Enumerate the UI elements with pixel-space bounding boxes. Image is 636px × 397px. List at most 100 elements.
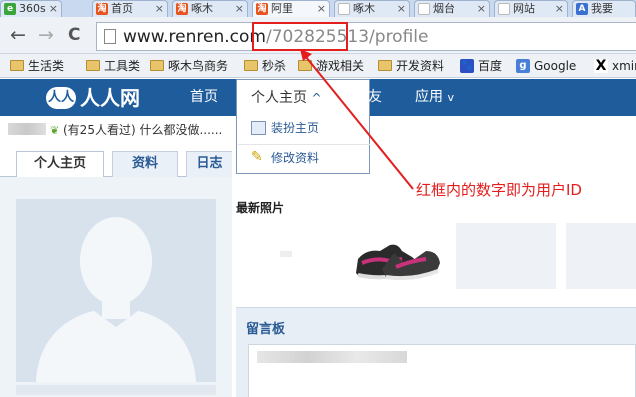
- tab-label: 烟台: [433, 2, 455, 15]
- shoes-image: [356, 244, 440, 281]
- close-icon[interactable]: ×: [235, 1, 244, 16]
- taobao-icon: 淘: [256, 3, 268, 15]
- chevron-up-icon: ^: [311, 91, 322, 105]
- bookmark-folder[interactable]: 游戏相关: [298, 58, 364, 74]
- guestbook-title: 留言板: [246, 322, 286, 337]
- tab-label: 网站: [513, 2, 535, 15]
- close-icon[interactable]: ×: [155, 1, 164, 16]
- address-bar[interactable]: www.renren.com/702825513/profile: [96, 22, 636, 51]
- browser-tab[interactable]: 淘首页 ×: [92, 0, 168, 17]
- right-column: 最新照片 留言板: [236, 177, 636, 397]
- nav-friends[interactable]: 好友: [354, 88, 382, 106]
- nav-profile-label: 个人主页: [251, 90, 307, 106]
- menu-item-decorate[interactable]: 装扮主页: [251, 120, 319, 136]
- status-line: ❦ (有25人看过) 什么都没做......: [8, 121, 222, 139]
- bookmark-label: Google: [534, 59, 577, 73]
- reload-icon[interactable]: C: [68, 25, 80, 45]
- highlight-box: [252, 22, 348, 51]
- photo-thumb[interactable]: [566, 223, 636, 289]
- menu-item-edit-profile[interactable]: ✎ 修改资料: [251, 150, 319, 166]
- translate-icon: A: [576, 3, 588, 15]
- tab-label: 360s: [19, 2, 46, 15]
- bookmark-label: 啄木鸟商务: [168, 59, 229, 73]
- taobao-icon: 淘: [176, 3, 188, 15]
- bookmark-label: 秒杀: [262, 59, 287, 73]
- profile-tabs: 个人主页 资料 日志: [0, 145, 232, 178]
- photo-thumb-shoes[interactable]: [346, 223, 446, 289]
- tab-label: 首页: [111, 2, 133, 15]
- chevron-down-icon: v: [447, 91, 454, 104]
- bookmark-label: xmind: [612, 59, 636, 73]
- browser-tab-active[interactable]: 淘阿里 ×: [252, 0, 330, 17]
- menu-item-label: 装扮主页: [271, 121, 320, 135]
- browser-360-icon: e: [4, 3, 16, 15]
- tab-label: 阿里: [271, 2, 293, 15]
- forward-icon[interactable]: →: [38, 25, 54, 45]
- nav-apps[interactable]: 应用 v: [415, 88, 454, 107]
- photo-thumb[interactable]: [456, 223, 556, 289]
- nav-home[interactable]: 首页: [190, 88, 218, 106]
- page-icon: [498, 3, 510, 15]
- url-path: /profile: [369, 27, 429, 47]
- browser-tab[interactable]: 网站 ×: [494, 0, 568, 17]
- bookmarks-bar: 生活类 工具类 啄木鸟商务 秒杀 游戏相关 开发资料 🐾 百度 g Google X…: [0, 54, 636, 78]
- default-avatar-icon: [36, 217, 196, 382]
- close-icon[interactable]: ×: [477, 1, 486, 16]
- paw-icon: 🐾: [460, 59, 474, 73]
- bookmark-baidu[interactable]: 🐾 百度: [460, 58, 502, 74]
- page-icon: [104, 29, 116, 44]
- nav-profile[interactable]: 个人主页 ^: [236, 79, 370, 116]
- pencil-icon: ✎: [251, 149, 263, 165]
- bookmark-label: 工具类: [104, 59, 141, 73]
- bookmark-folder[interactable]: 工具类: [86, 58, 140, 74]
- folder-icon: [150, 60, 164, 71]
- decorate-icon: [251, 121, 266, 135]
- url-host: www.renren.com: [123, 27, 266, 47]
- status-text: (有25人看过) 什么都没做......: [63, 123, 223, 137]
- bookmark-label: 生活类: [28, 59, 65, 73]
- browser-tab[interactable]: 淘啄木 ×: [172, 0, 248, 17]
- browser-tab[interactable]: 烟台 ×: [414, 0, 490, 17]
- logo-mark-icon: 人人: [46, 87, 76, 109]
- taobao-icon: 淘: [96, 3, 108, 15]
- profile-dropdown-menu: 装扮主页 ✎ 修改资料: [236, 116, 370, 174]
- bookmark-folder[interactable]: 开发资料: [378, 58, 444, 74]
- renren-logo[interactable]: 人人 人人网: [46, 84, 140, 112]
- page-icon: [338, 3, 350, 15]
- blurred-username: [8, 123, 46, 135]
- close-icon[interactable]: ×: [397, 1, 406, 16]
- x-icon: X: [594, 58, 608, 74]
- browser-tab-bar: e 360s × 淘首页 × 淘啄木 × 淘阿里 × 啄木 × 烟台 × 网站 × A 我要: [0, 0, 636, 17]
- tab-profile-home[interactable]: 个人主页: [16, 151, 104, 178]
- bookmark-x[interactable]: Xxmind: [594, 58, 636, 74]
- folder-icon: [86, 60, 100, 71]
- photo-thumb[interactable]: [236, 223, 336, 289]
- folder-icon: [10, 60, 24, 71]
- photo-placeholder: [280, 251, 292, 257]
- bookmark-folder[interactable]: 秒杀: [244, 58, 286, 74]
- tab-label: 我要: [591, 2, 613, 15]
- page-icon: [418, 3, 430, 15]
- bookmark-folder[interactable]: 生活类: [10, 58, 64, 74]
- close-icon[interactable]: ×: [317, 1, 326, 16]
- bookmark-google[interactable]: g Google: [516, 58, 576, 74]
- tab-info[interactable]: 资料: [112, 151, 178, 177]
- back-icon[interactable]: ←: [10, 25, 26, 45]
- close-icon[interactable]: ×: [49, 1, 58, 16]
- close-icon[interactable]: ×: [555, 1, 564, 16]
- folder-icon: [244, 60, 258, 71]
- guestbook-panel: 留言板: [236, 307, 636, 397]
- menu-item-label: 修改资料: [271, 151, 320, 165]
- avatar[interactable]: [16, 199, 216, 382]
- browser-tab[interactable]: e 360s ×: [0, 0, 62, 17]
- logo-text: 人人网: [80, 86, 140, 110]
- tab-blog[interactable]: 日志: [186, 151, 232, 177]
- browser-tab[interactable]: A 我要: [572, 0, 636, 17]
- browser-tab[interactable]: 啄木 ×: [334, 0, 410, 17]
- bookmark-folder[interactable]: 啄木鸟商务: [150, 58, 228, 74]
- folder-icon: [378, 60, 392, 71]
- guestbook-input[interactable]: [248, 344, 636, 397]
- leaf-icon: ❦: [50, 124, 60, 137]
- folder-icon: [298, 60, 312, 71]
- bookmark-label: 游戏相关: [316, 59, 365, 73]
